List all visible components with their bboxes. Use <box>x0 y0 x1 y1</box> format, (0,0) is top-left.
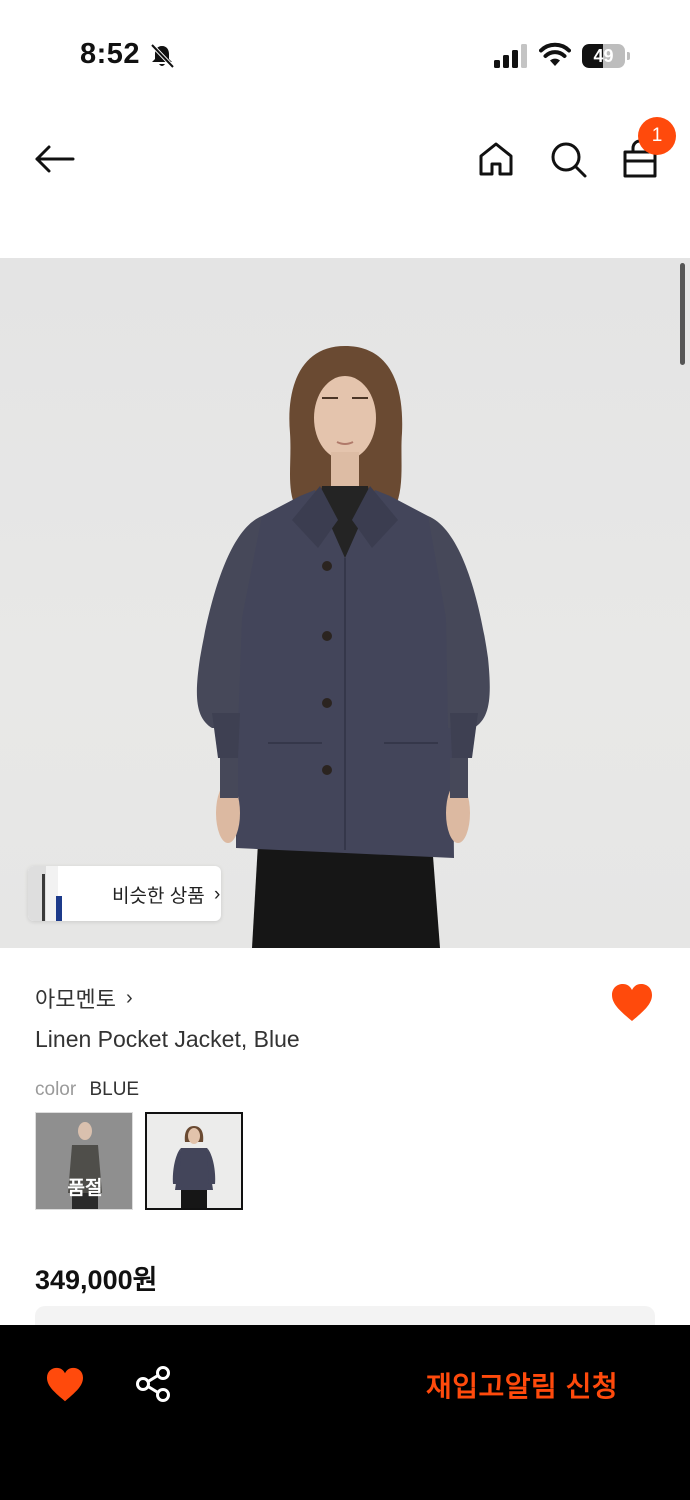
chevron-right-icon: › <box>125 986 133 1009</box>
similar-items-button[interactable]: 비슷한 상품 › <box>28 866 221 921</box>
heart-icon[interactable] <box>611 983 653 1023</box>
bell-off-icon <box>150 43 175 69</box>
battery-level: 49 <box>593 46 614 66</box>
status-bar: 8:52 49 <box>0 0 690 110</box>
similar-items-thumbnail <box>28 866 88 921</box>
product-price: 349,000원 <box>35 1265 158 1295</box>
similar-items-label: 비슷한 상품 <box>112 886 205 907</box>
brand-link[interactable]: 아모멘토 › <box>35 983 133 1013</box>
top-nav <box>0 110 690 210</box>
brand-name: 아모멘토 <box>35 987 116 1012</box>
back-arrow-icon[interactable] <box>33 138 75 180</box>
heart-icon[interactable] <box>46 1367 84 1403</box>
share-icon[interactable] <box>134 1365 172 1403</box>
product-name: Linen Pocket Jacket, Blue <box>35 1026 300 1052</box>
sold-out-label: 품절 <box>67 1178 103 1199</box>
color-label: color <box>35 1079 77 1100</box>
status-time: 8:52 <box>80 38 141 70</box>
wifi-icon <box>539 42 571 66</box>
cart-count-badge: 1 <box>638 117 676 155</box>
cellular-signal-icon <box>494 44 527 68</box>
model-photo <box>196 346 490 948</box>
color-swatch-1[interactable]: 품절 <box>35 1112 133 1210</box>
color-swatch-2-selected[interactable] <box>145 1112 243 1210</box>
search-icon[interactable] <box>547 138 589 180</box>
restock-alert-button[interactable]: 재입고알림 신청 <box>426 1365 618 1405</box>
bottom-action-bar: 재입고알림 신청 <box>0 1325 690 1500</box>
chevron-right-icon: › <box>214 884 221 905</box>
battery-icon: 49 <box>582 44 630 68</box>
product-image[interactable] <box>0 258 690 948</box>
color-value: BLUE <box>89 1079 140 1100</box>
swatch-photo-2 <box>147 1114 241 1208</box>
home-icon[interactable] <box>475 138 517 180</box>
image-scroll-indicator <box>680 263 685 365</box>
color-row: color BLUE <box>35 1079 139 1101</box>
